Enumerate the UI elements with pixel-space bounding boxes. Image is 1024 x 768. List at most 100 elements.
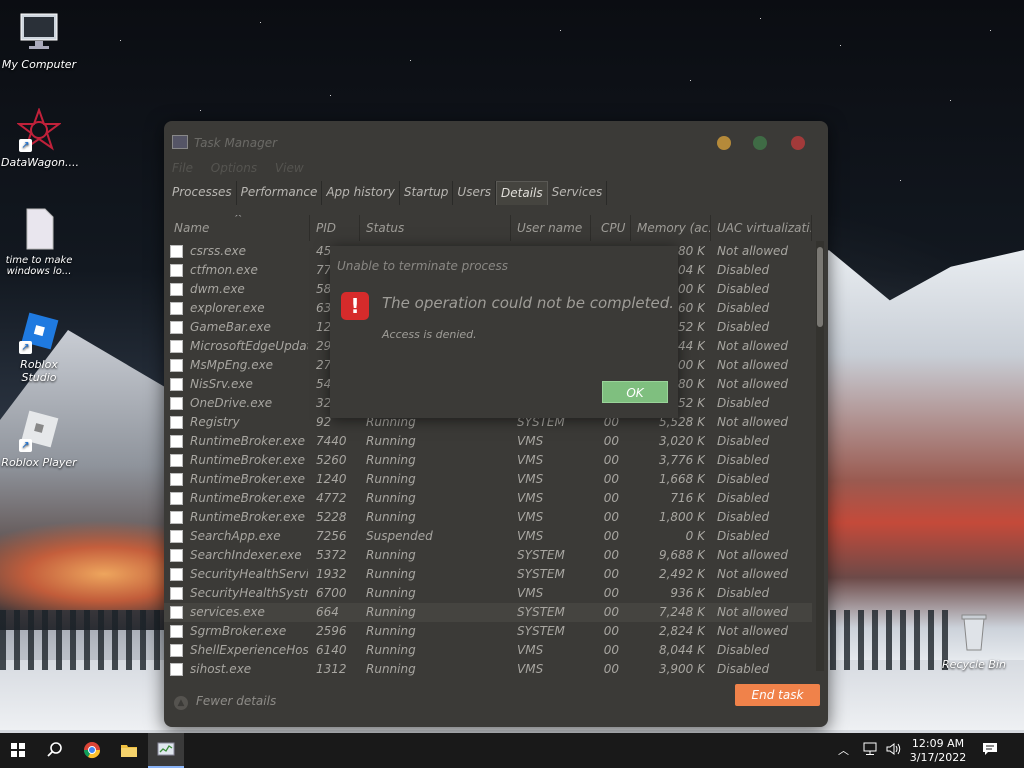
start-icon[interactable] xyxy=(0,733,36,768)
desktop-icon-recycle-bin[interactable]: Recycle Bin xyxy=(936,610,1012,671)
process-icon xyxy=(170,606,183,619)
table-row[interactable]: SecurityHealthSystray.... 6700 Running VMS 0… xyxy=(164,584,812,603)
chevron-up-icon[interactable]: ︿ xyxy=(838,733,849,768)
error-icon: ! xyxy=(341,292,369,320)
table-row[interactable]: ShellExperienceHost.e... 6140 Running VMS 00… xyxy=(164,641,812,660)
column-header-uac[interactable]: UAC virtualizati... xyxy=(711,215,812,241)
column-header-name[interactable]: Name ^ xyxy=(168,215,310,241)
cell-pid: 5228 xyxy=(316,510,347,524)
dialog-message: The operation could not be completed. xyxy=(382,294,675,312)
column-header-memory[interactable]: Memory (ac... xyxy=(631,215,711,241)
clock-date: 3/17/2022 xyxy=(909,751,967,764)
search-icon[interactable] xyxy=(37,733,73,768)
cell-pid: 1240 xyxy=(316,472,347,486)
cell-status: Running xyxy=(366,567,416,581)
scrollbar-thumb[interactable] xyxy=(817,247,823,327)
tab-startup[interactable]: Startup xyxy=(400,181,454,205)
window-footer: ▲ Fewer details End task xyxy=(164,676,828,727)
cell-user: VMS xyxy=(517,643,544,657)
desktop-icon-datawagon[interactable]: ↗ DataWagon.... xyxy=(1,107,79,169)
desktop-icon-roblox-player[interactable]: ↗ Roblox Player xyxy=(1,408,77,469)
task-manager-taskbar-button[interactable] xyxy=(148,733,184,768)
task-manager-window[interactable]: Task Manager File Options View Processes… xyxy=(164,121,828,727)
table-row[interactable]: SgrmBroker.exe 2596 Running SYSTEM 00 2,824 K… xyxy=(164,622,812,641)
roblox-player-icon: ↗ xyxy=(17,408,61,452)
cell-pid: 7440 xyxy=(316,434,347,448)
cell-name: explorer.exe xyxy=(190,301,265,315)
window-title: Task Manager xyxy=(172,135,277,150)
notification-icon[interactable] xyxy=(982,733,998,768)
tab-app-history[interactable]: App history xyxy=(322,181,400,205)
table-row[interactable]: RuntimeBroker.exe 5228 Running VMS 00 1,800 K… xyxy=(164,508,812,527)
cell-name: ShellExperienceHost.e... xyxy=(190,643,308,657)
menu-view[interactable]: View xyxy=(275,161,304,175)
minimize-button[interactable] xyxy=(717,136,731,150)
cell-user: VMS xyxy=(517,434,544,448)
cell-uac: Disabled xyxy=(717,320,770,334)
system-clock[interactable]: 12:09 AM 3/17/2022 xyxy=(903,737,973,765)
taskbar: ︿ 12:09 AM 3/17/2022 xyxy=(0,733,1024,768)
error-dialog[interactable]: Unable to terminate process ! The operat… xyxy=(330,246,678,418)
cell-uac: Disabled xyxy=(717,586,770,600)
cell-cpu: 00 xyxy=(603,472,619,486)
tab-details[interactable]: Details xyxy=(496,181,548,205)
table-row[interactable]: SearchIndexer.exe 5372 Running SYSTEM 00 9,68… xyxy=(164,546,812,565)
tab-services[interactable]: Services xyxy=(548,181,608,205)
tab-users[interactable]: Users xyxy=(453,181,497,205)
roblox-studio-icon: ↗ xyxy=(17,310,61,354)
cell-cpu: 00 xyxy=(603,510,619,524)
cell-uac: Not allowed xyxy=(717,358,789,372)
cell-cpu: 00 xyxy=(603,434,619,448)
fewer-details-button[interactable]: ▲ Fewer details xyxy=(174,694,276,710)
column-header-pid[interactable]: PID xyxy=(310,215,360,241)
cell-cpu: 00 xyxy=(603,491,619,505)
column-header-user-name[interactable]: User name xyxy=(511,215,591,241)
close-button[interactable] xyxy=(791,136,805,150)
cell-mem: 1,800 K xyxy=(658,510,705,524)
cell-uac: Disabled xyxy=(717,491,770,505)
network-icon[interactable] xyxy=(862,733,878,768)
desktop-icon-my-computer[interactable]: My Computer xyxy=(1,10,77,71)
cell-status: Running xyxy=(366,491,416,505)
shortcut-arrow-icon: ↗ xyxy=(19,341,32,354)
table-row[interactable]: SearchApp.exe 7256 Suspended VMS 00 0 K Disabl… xyxy=(164,527,812,546)
shortcut-arrow-icon: ↗ xyxy=(19,139,32,152)
volume-icon[interactable] xyxy=(886,733,902,768)
desktop-icon-label: Recycle Bin xyxy=(942,658,1006,671)
tab-processes[interactable]: Processes xyxy=(168,181,237,205)
cell-uac: Not allowed xyxy=(717,567,789,581)
cell-name: SecurityHealthSystray.... xyxy=(190,586,308,600)
cell-pid: 5372 xyxy=(316,548,347,562)
cell-status: Running xyxy=(366,643,416,657)
maximize-button[interactable] xyxy=(753,136,767,150)
column-header-cpu[interactable]: CPU xyxy=(591,215,631,241)
vertical-scrollbar[interactable] xyxy=(816,241,824,671)
table-row[interactable]: services.exe 664 Running SYSTEM 00 7,248 K Not… xyxy=(164,603,812,622)
table-row[interactable]: RuntimeBroker.exe 4772 Running VMS 00 716 K Di… xyxy=(164,489,812,508)
menu-options[interactable]: Options xyxy=(211,161,257,175)
cell-uac: Disabled xyxy=(717,282,770,296)
table-row[interactable]: RuntimeBroker.exe 7440 Running VMS 00 3,020 K… xyxy=(164,432,812,451)
menu-file[interactable]: File xyxy=(172,161,193,175)
end-task-button[interactable]: End task xyxy=(735,684,820,706)
table-row[interactable]: RuntimeBroker.exe 1240 Running VMS 00 1,668 K… xyxy=(164,470,812,489)
file-explorer-icon[interactable] xyxy=(111,733,147,768)
tab-performance[interactable]: Performance xyxy=(237,181,323,205)
process-icon xyxy=(170,473,183,486)
cell-status: Running xyxy=(366,548,416,562)
ok-button[interactable]: OK xyxy=(602,381,668,403)
process-icon xyxy=(170,625,183,638)
cell-pid: 6700 xyxy=(316,586,347,600)
cell-status: Running xyxy=(366,605,416,619)
column-header-status[interactable]: Status xyxy=(360,215,511,241)
chrome-icon[interactable] xyxy=(74,733,110,768)
desktop-icon-document[interactable]: time to make windows lo... xyxy=(1,207,77,277)
table-row[interactable]: RuntimeBroker.exe 5260 Running VMS 00 3,776 K… xyxy=(164,451,812,470)
menu-bar: File Options View xyxy=(172,161,318,175)
cell-mem: 716 K xyxy=(670,491,705,505)
cell-uac: Disabled xyxy=(717,453,770,467)
table-row[interactable]: SecurityHealthService.... 1932 Running SYST… xyxy=(164,565,812,584)
cell-mem: 936 K xyxy=(670,586,705,600)
desktop-icon-roblox-studio[interactable]: ↗ Roblox Studio xyxy=(1,310,77,384)
cell-status: Running xyxy=(366,472,416,486)
